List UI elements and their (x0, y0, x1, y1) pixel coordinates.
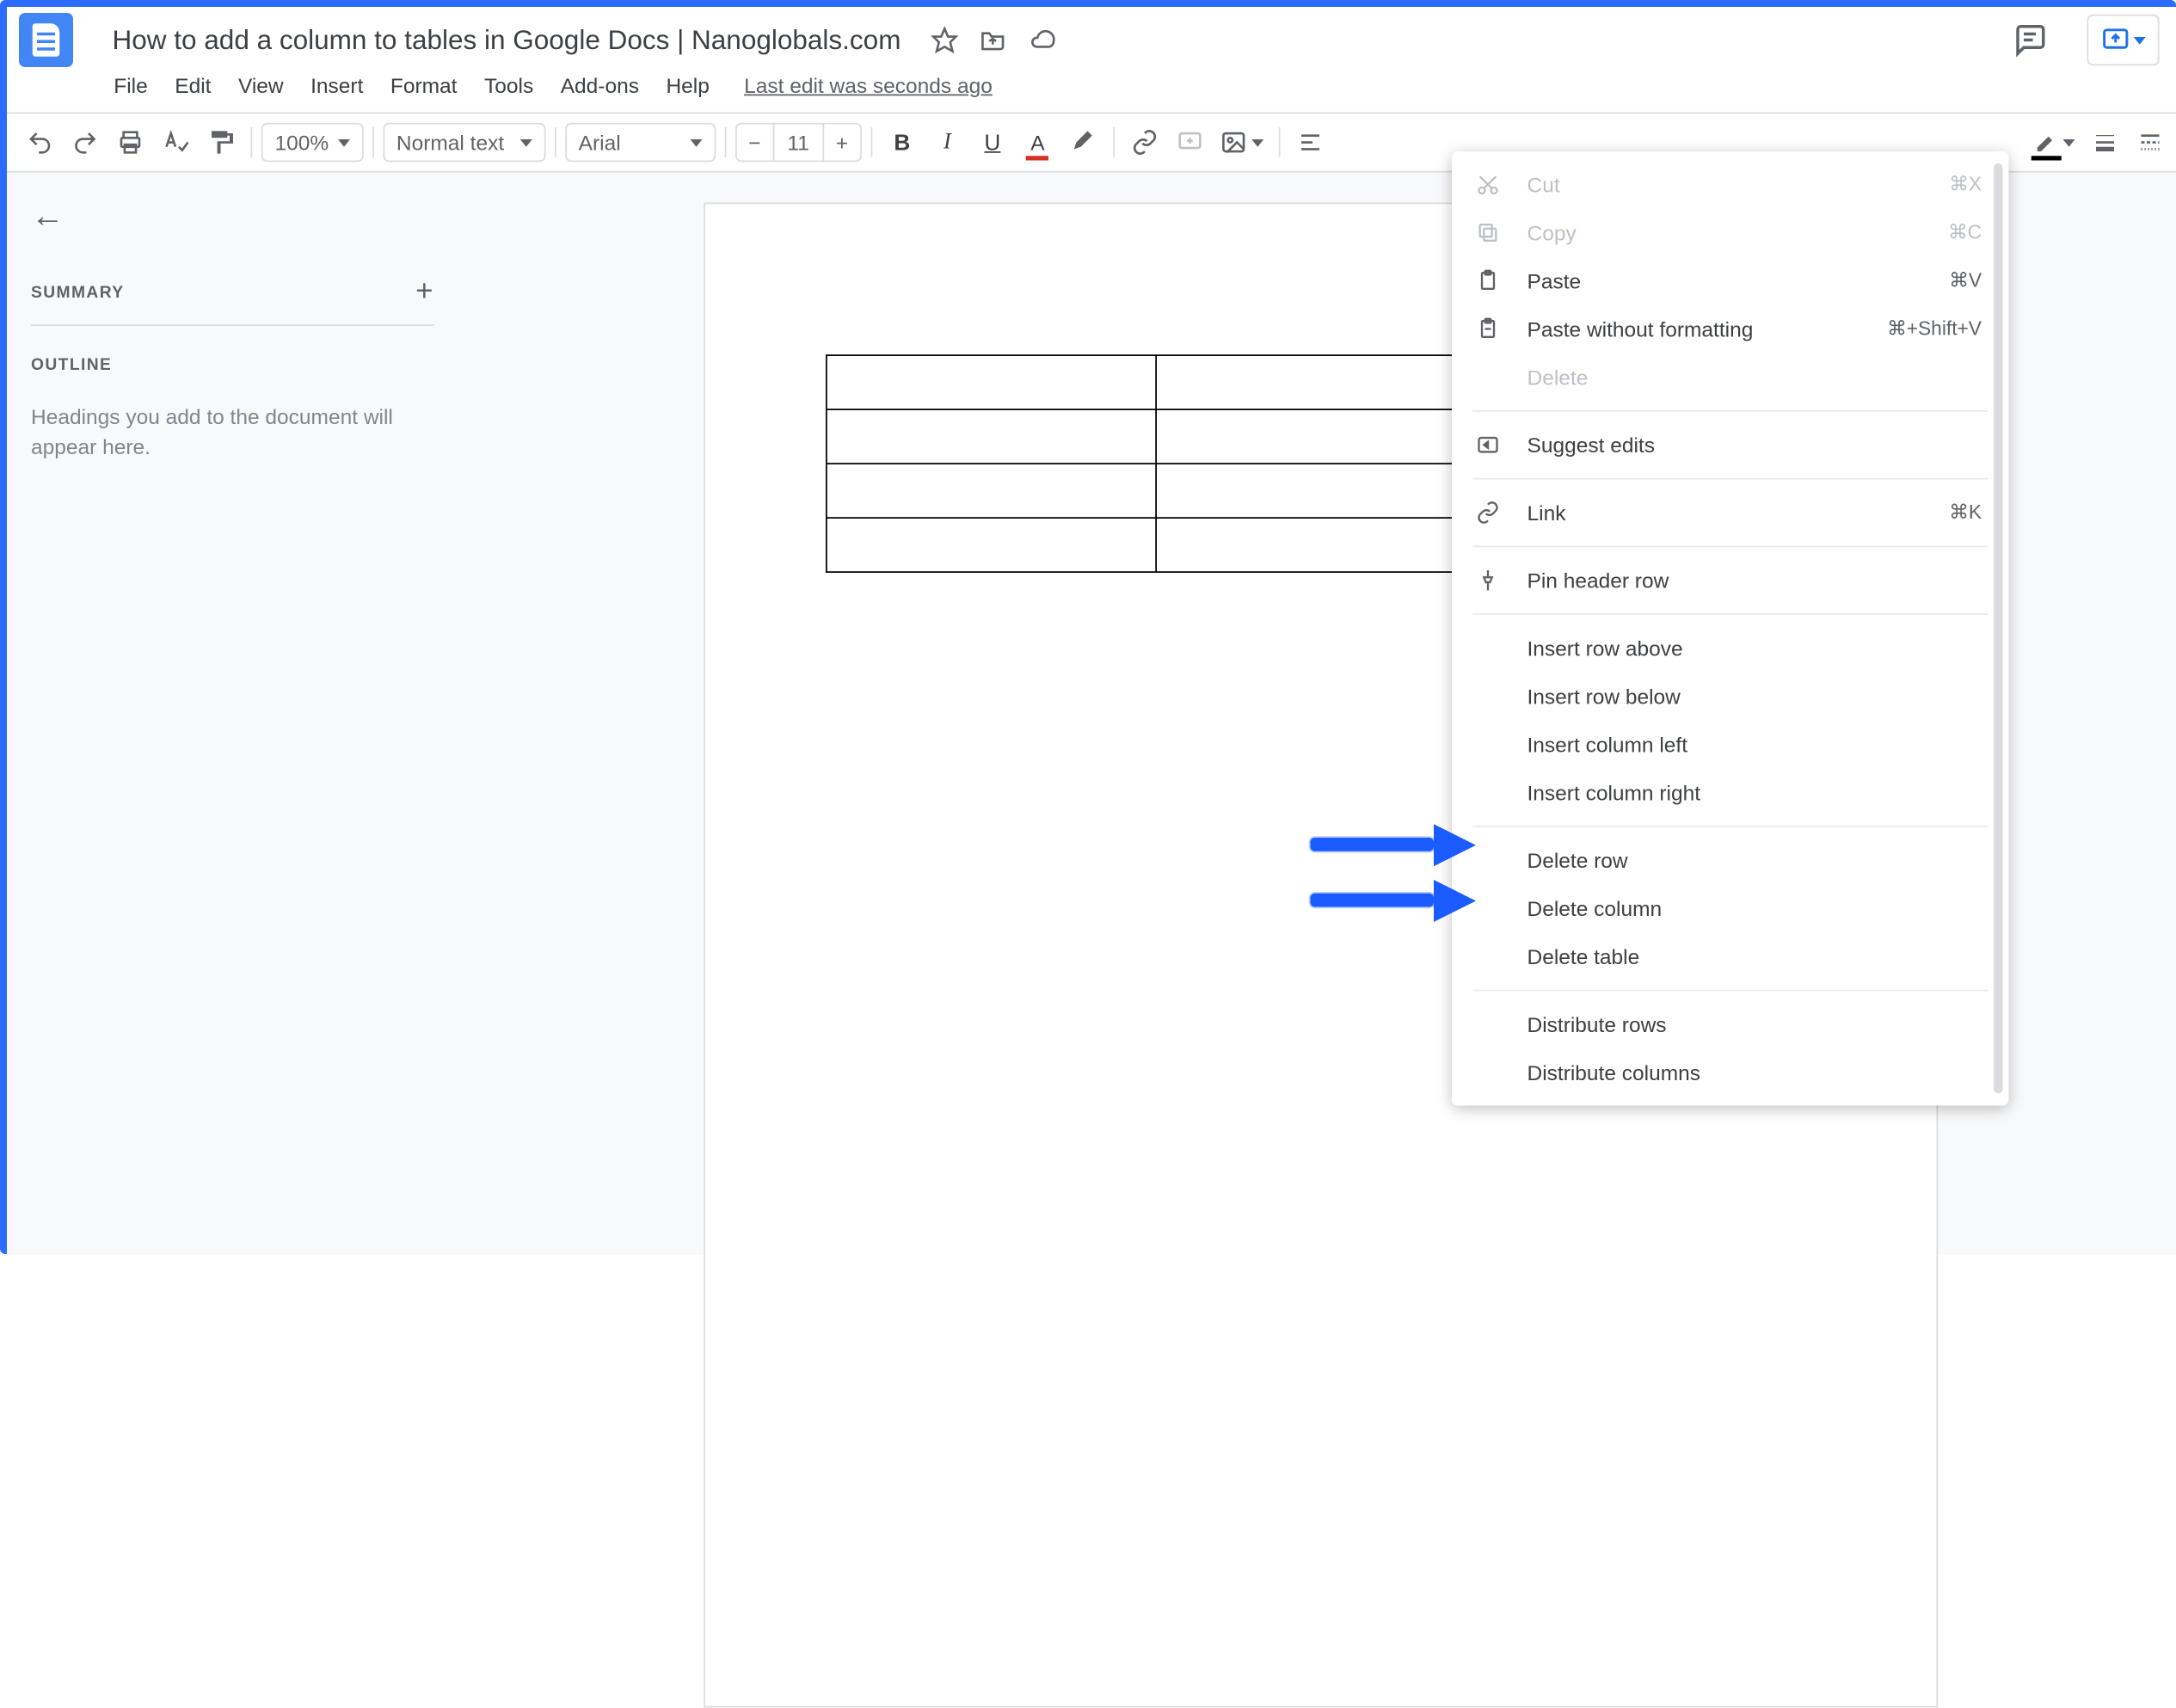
menu-insert[interactable]: Insert (300, 67, 374, 103)
border-style-button[interactable] (2129, 121, 2171, 163)
context-distribute-columns[interactable]: Distribute columns (1452, 1048, 2009, 1097)
context-paste[interactable]: Paste ⌘V (1452, 257, 2009, 305)
italic-button[interactable]: I (926, 121, 968, 163)
present-share-button[interactable] (2087, 15, 2159, 66)
menu-bar: File Edit View Insert Format Tools Add-o… (7, 67, 2176, 113)
last-edit-link[interactable]: Last edit was seconds ago (744, 73, 993, 97)
add-summary-button[interactable]: + (415, 275, 434, 310)
context-link[interactable]: Link ⌘K (1452, 488, 2009, 537)
comment-history-button[interactable] (1999, 10, 2059, 71)
font-size-field[interactable]: 11 (774, 123, 822, 163)
annotation-arrow-icon (1311, 824, 1477, 866)
print-button[interactable] (109, 121, 151, 163)
font-select[interactable]: Arial (565, 123, 716, 163)
spellcheck-button[interactable] (155, 121, 197, 163)
context-insert-row-below[interactable]: Insert row below (1452, 673, 2009, 721)
highlight-button[interactable] (1061, 121, 1103, 163)
pin-icon (1473, 568, 1503, 593)
summary-heading: SUMMARY (31, 283, 125, 301)
border-color-button[interactable] (2028, 121, 2081, 163)
font-size-decrease[interactable]: − (735, 123, 775, 163)
cut-icon (1473, 173, 1503, 197)
context-menu-scrollbar[interactable] (1994, 163, 2003, 1094)
context-suggest-edits[interactable]: Suggest edits (1452, 421, 2009, 469)
insert-image-button[interactable] (1214, 121, 1269, 163)
bold-button[interactable]: B (881, 121, 923, 163)
context-delete-table[interactable]: Delete table (1452, 932, 2009, 980)
context-delete-column[interactable]: Delete column (1452, 884, 2009, 932)
title-bar: How to add a column to tables in Google … (7, 7, 2176, 67)
paragraph-style-select[interactable]: Normal text (383, 123, 545, 163)
outline-empty-text: Headings you add to the document will ap… (31, 402, 434, 463)
redo-button[interactable] (65, 121, 107, 163)
menu-edit[interactable]: Edit (164, 67, 222, 103)
copy-icon (1473, 221, 1503, 245)
menu-format[interactable]: Format (380, 67, 468, 103)
paste-icon (1473, 269, 1503, 293)
context-menu: Cut ⌘X Copy ⌘C Paste ⌘V Paste without fo… (1452, 151, 2009, 1106)
border-width-button[interactable] (2083, 121, 2125, 163)
context-delete: Delete (1452, 353, 2009, 402)
insert-link-button[interactable] (1123, 121, 1165, 163)
context-insert-row-above[interactable]: Insert row above (1452, 624, 2009, 673)
zoom-select[interactable]: 100% (261, 123, 364, 163)
align-button[interactable] (1289, 121, 1331, 163)
insert-comment-button[interactable] (1169, 121, 1211, 163)
context-delete-row[interactable]: Delete row (1452, 836, 2009, 884)
paste-plain-icon (1473, 317, 1503, 341)
outline-heading: OUTLINE (31, 356, 434, 374)
underline-button[interactable]: U (971, 121, 1013, 163)
context-cut: Cut ⌘X (1452, 161, 2009, 209)
context-paste-without-formatting[interactable]: Paste without formatting ⌘+Shift+V (1452, 305, 2009, 353)
annotation-arrow-icon (1311, 880, 1477, 922)
menu-file[interactable]: File (103, 67, 158, 103)
menu-help[interactable]: Help (655, 67, 720, 103)
move-icon[interactable] (979, 27, 1006, 54)
outline-sidebar: ← SUMMARY + OUTLINE Headings you add to … (7, 173, 458, 1254)
cloud-status-icon[interactable] (1027, 27, 1057, 54)
context-pin-header-row[interactable]: Pin header row (1452, 556, 2009, 605)
undo-button[interactable] (19, 121, 61, 163)
collapse-outline-button[interactable]: ← (31, 197, 65, 237)
star-icon[interactable] (931, 27, 958, 54)
font-size-increase[interactable]: + (822, 123, 862, 163)
menu-addons[interactable]: Add-ons (550, 67, 649, 103)
link-icon (1473, 501, 1503, 525)
context-distribute-rows[interactable]: Distribute rows (1452, 1000, 2009, 1048)
context-insert-column-left[interactable]: Insert column left (1452, 721, 2009, 769)
suggest-icon (1473, 433, 1503, 457)
text-color-button[interactable]: A (1017, 121, 1059, 163)
context-copy: Copy ⌘C (1452, 209, 2009, 257)
menu-tools[interactable]: Tools (474, 67, 544, 103)
context-insert-column-right[interactable]: Insert column right (1452, 769, 2009, 817)
docs-logo-icon[interactable] (19, 13, 73, 67)
document-title[interactable]: How to add a column to tables in Google … (103, 22, 910, 59)
paint-format-button[interactable] (200, 121, 242, 163)
menu-view[interactable]: View (228, 67, 294, 103)
